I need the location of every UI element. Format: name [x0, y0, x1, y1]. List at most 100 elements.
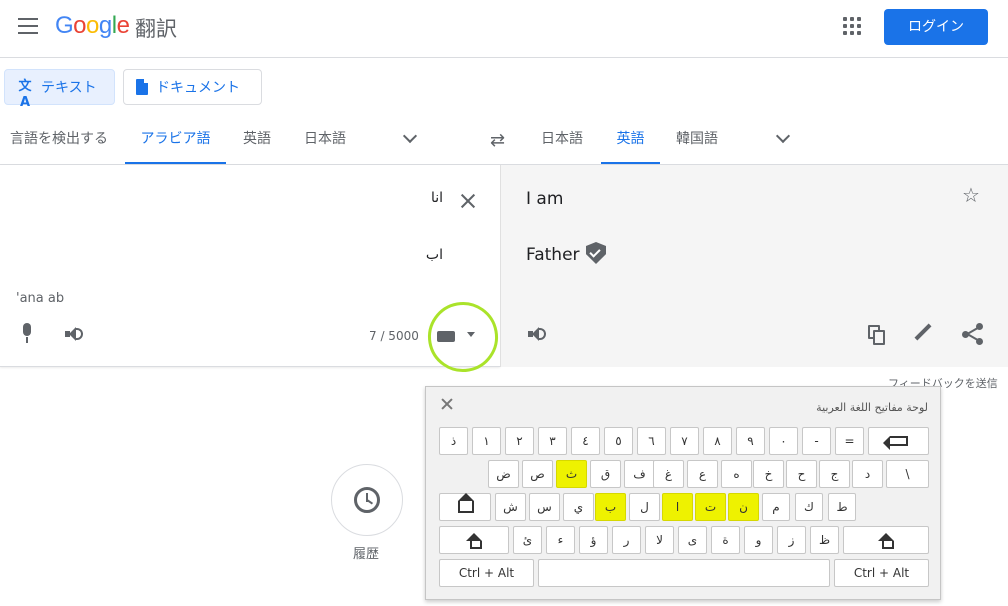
key[interactable]: ٥ [604, 427, 633, 455]
key[interactable]: ش [495, 493, 526, 521]
key[interactable]: ٢ [505, 427, 534, 455]
key[interactable]: ط [828, 493, 856, 521]
source-text-line[interactable]: انا [431, 190, 443, 206]
ctrl-alt-key-left[interactable]: Ctrl + Alt [439, 559, 534, 587]
apps-grid-icon[interactable] [843, 17, 861, 35]
save-star-icon[interactable]: ☆ [962, 185, 980, 205]
app-header: Google 翻訳 ログイン [0, 0, 1008, 58]
keyboard-title: لوحة مفاتيح اللغة العربية [816, 401, 928, 414]
key[interactable]: ل [629, 493, 660, 521]
key[interactable]: س [529, 493, 560, 521]
key[interactable]: ك [795, 493, 823, 521]
key[interactable]: ق [590, 460, 621, 488]
shift-key-right[interactable] [843, 526, 929, 554]
translate-icon: 文A [18, 79, 32, 110]
shift-key-left[interactable] [439, 526, 509, 554]
tab-target-english[interactable]: 英語 [601, 117, 660, 164]
history-button[interactable] [331, 464, 403, 536]
character-count: 7 / 5000 [369, 329, 419, 343]
key[interactable]: ه [721, 460, 752, 488]
menu-icon[interactable] [18, 18, 38, 34]
document-mode-button[interactable]: ドキュメント [123, 69, 262, 105]
key-highlighted[interactable]: ث [556, 460, 587, 488]
key[interactable]: خ [753, 460, 784, 488]
source-more-chevron-icon[interactable] [404, 131, 416, 143]
swap-languages-icon[interactable]: ⇄ [490, 130, 505, 151]
key[interactable]: ١ [472, 427, 501, 455]
target-more-chevron-icon[interactable] [777, 131, 789, 143]
space-key[interactable] [538, 559, 830, 587]
key[interactable]: ص [522, 460, 553, 488]
source-listen-icon[interactable] [65, 326, 85, 342]
edit-pencil-icon[interactable] [913, 323, 933, 343]
key[interactable]: ئ [513, 526, 542, 554]
tab-target-japanese[interactable]: 日本語 [537, 117, 587, 164]
key[interactable]: ض [488, 460, 519, 488]
shift-icon [466, 533, 482, 549]
key[interactable]: ؤ [579, 526, 608, 554]
login-button[interactable]: ログイン [884, 9, 988, 45]
tab-source-japanese[interactable]: 日本語 [300, 117, 350, 164]
key[interactable]: ر [612, 526, 641, 554]
key[interactable]: ذ [439, 427, 468, 455]
source-text-panel[interactable]: انا اب 'ana ab 7 / 5000 [0, 165, 500, 367]
key-highlighted[interactable]: ا [662, 493, 693, 521]
key[interactable]: ز [777, 526, 806, 554]
history-label: 履歴 [353, 547, 380, 562]
text-mode-label: テキスト [41, 80, 97, 96]
language-bar: 言語を検出する アラビア語 英語 日本語 ⇄ 日本語 英語 韓国語 [0, 117, 1008, 165]
key[interactable]: ع [687, 460, 718, 488]
tab-source-english[interactable]: 英語 [238, 117, 276, 164]
key[interactable]: ة [711, 526, 740, 554]
key[interactable]: ء [546, 526, 575, 554]
key[interactable]: ح [786, 460, 817, 488]
key[interactable]: ٨ [703, 427, 732, 455]
clear-source-icon[interactable] [458, 191, 478, 211]
share-icon[interactable] [962, 323, 984, 345]
backspace-key[interactable] [868, 427, 929, 455]
mode-selector: 文A テキスト ドキュメント [0, 59, 1008, 117]
key[interactable]: د [852, 460, 883, 488]
document-icon [136, 79, 148, 95]
source-text-line[interactable]: اب [426, 247, 443, 263]
key[interactable]: ٩ [736, 427, 765, 455]
google-logo[interactable]: Google [55, 12, 130, 40]
key[interactable]: لا [645, 526, 674, 554]
key[interactable]: ج [819, 460, 850, 488]
tab-detect-language[interactable]: 言語を検出する [8, 117, 110, 164]
key[interactable]: ى [678, 526, 707, 554]
key[interactable]: ٤ [571, 427, 600, 455]
key[interactable]: ٣ [538, 427, 567, 455]
key-highlighted[interactable]: ب [595, 493, 626, 521]
key[interactable]: ٦ [637, 427, 666, 455]
product-name: 翻訳 [135, 17, 177, 41]
transliteration: 'ana ab [16, 291, 65, 306]
ctrl-alt-key-right[interactable]: Ctrl + Alt [834, 559, 929, 587]
caps-lock-key[interactable] [439, 493, 491, 521]
key[interactable]: ف [624, 460, 655, 488]
key[interactable]: غ [653, 460, 684, 488]
shift-icon [878, 533, 894, 549]
key[interactable]: ي [563, 493, 594, 521]
key[interactable]: م [762, 493, 790, 521]
translation-listen-icon[interactable] [528, 326, 548, 342]
text-mode-button[interactable]: 文A テキスト [4, 69, 115, 110]
copy-icon[interactable] [868, 325, 886, 345]
document-mode-label: ドキュメント [156, 80, 240, 96]
microphone-icon[interactable] [21, 323, 33, 345]
backspace-icon [883, 436, 908, 450]
keyboard-close-icon[interactable] [440, 397, 454, 411]
key[interactable]: \ [886, 460, 929, 488]
translation-text-line: Father [526, 245, 580, 265]
tab-target-korean[interactable]: 韓国語 [672, 117, 722, 164]
key[interactable]: - [802, 427, 831, 455]
key-highlighted[interactable]: ن [728, 493, 759, 521]
key[interactable]: و [744, 526, 773, 554]
key-highlighted[interactable]: ت [695, 493, 726, 521]
key[interactable]: = [835, 427, 864, 455]
virtual-keyboard: لوحة مفاتيح اللغة العربية ذ ١ ٢ ٣ ٤ ٥ ٦ … [425, 386, 941, 600]
key[interactable]: ٧ [670, 427, 699, 455]
tab-source-arabic[interactable]: アラビア語 [125, 117, 226, 164]
key[interactable]: ظ [810, 526, 839, 554]
key[interactable]: ٠ [769, 427, 798, 455]
